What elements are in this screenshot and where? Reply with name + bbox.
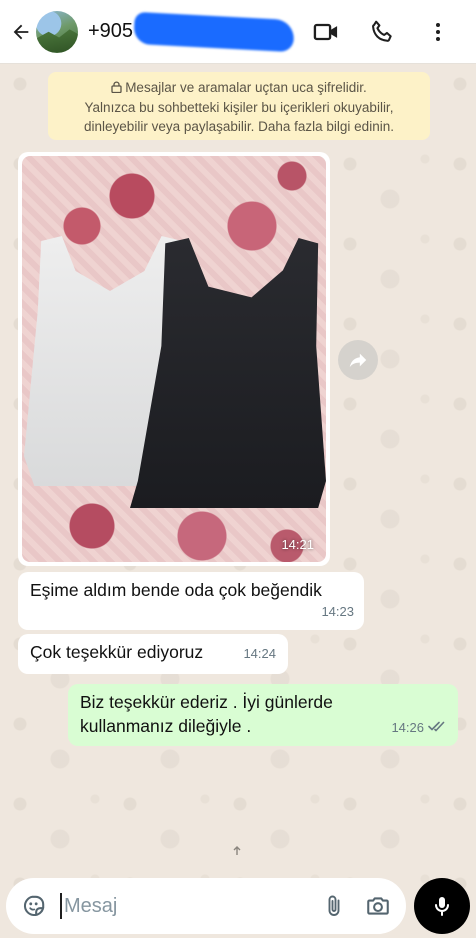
notice-line-1: Mesajlar ve aramalar uçtan uca şifrelidi… — [48, 78, 430, 98]
image-message[interactable]: 14:21 — [18, 152, 330, 566]
encryption-notice[interactable]: Mesajlar ve aramalar uçtan uca şifrelidi… — [48, 72, 430, 140]
header-actions — [302, 8, 462, 56]
camera-icon[interactable] — [356, 884, 400, 928]
scroll-up-icon — [231, 844, 243, 856]
contact-name[interactable]: +905 — [88, 11, 295, 53]
message-text: Çok teşekkür ediyoruz — [30, 642, 204, 662]
notice-line-3: dinleyebilir veya paylaşabilir. Daha faz… — [84, 119, 394, 134]
message-bubble-incoming[interactable]: Çok teşekkür ediyoruz 14:24 — [18, 634, 288, 674]
message-bubble-outgoing[interactable]: Biz teşekkür ederiz . İyi günlerde kulla… — [68, 684, 458, 746]
message-time: 14:24 — [243, 646, 276, 661]
sticker-icon[interactable] — [10, 882, 58, 930]
message-meta: 14:26 — [391, 716, 446, 740]
lock-icon — [111, 79, 122, 98]
message-photo[interactable]: 14:21 — [22, 156, 326, 562]
forward-icon[interactable] — [338, 340, 378, 380]
message-text: Eşime aldım bende oda çok beğendik — [30, 580, 322, 600]
notice-line-2: Yalnızca bu sohbetteki kişiler bu içerik… — [84, 100, 394, 115]
redaction-mark — [133, 11, 295, 53]
message-time: 14:23 — [321, 604, 354, 619]
text-cursor — [60, 893, 62, 919]
notice-text-1: Mesajlar ve aramalar uçtan uca şifrelidi… — [125, 80, 367, 95]
message-input[interactable] — [64, 894, 304, 918]
video-call-icon[interactable] — [302, 8, 350, 56]
chat-header: +905 — [0, 0, 476, 64]
back-arrow-icon[interactable] — [6, 12, 36, 52]
contact-avatar[interactable] — [36, 10, 78, 53]
more-options-icon[interactable] — [414, 8, 462, 56]
read-ticks-icon — [428, 716, 446, 740]
message-time: 14:21 — [281, 537, 314, 552]
message-bubble-incoming[interactable]: Eşime aldım bende oda çok beğendik 14:23 — [18, 572, 364, 630]
message-time: 14:26 — [391, 720, 424, 735]
attach-icon[interactable] — [312, 884, 356, 928]
voice-call-icon[interactable] — [358, 8, 406, 56]
message-text-line-1: Biz teşekkür ederiz . İyi günlerde — [80, 692, 333, 712]
contact-name-text: +905 — [88, 20, 134, 42]
microphone-icon[interactable] — [414, 878, 470, 934]
message-composer — [6, 878, 406, 934]
